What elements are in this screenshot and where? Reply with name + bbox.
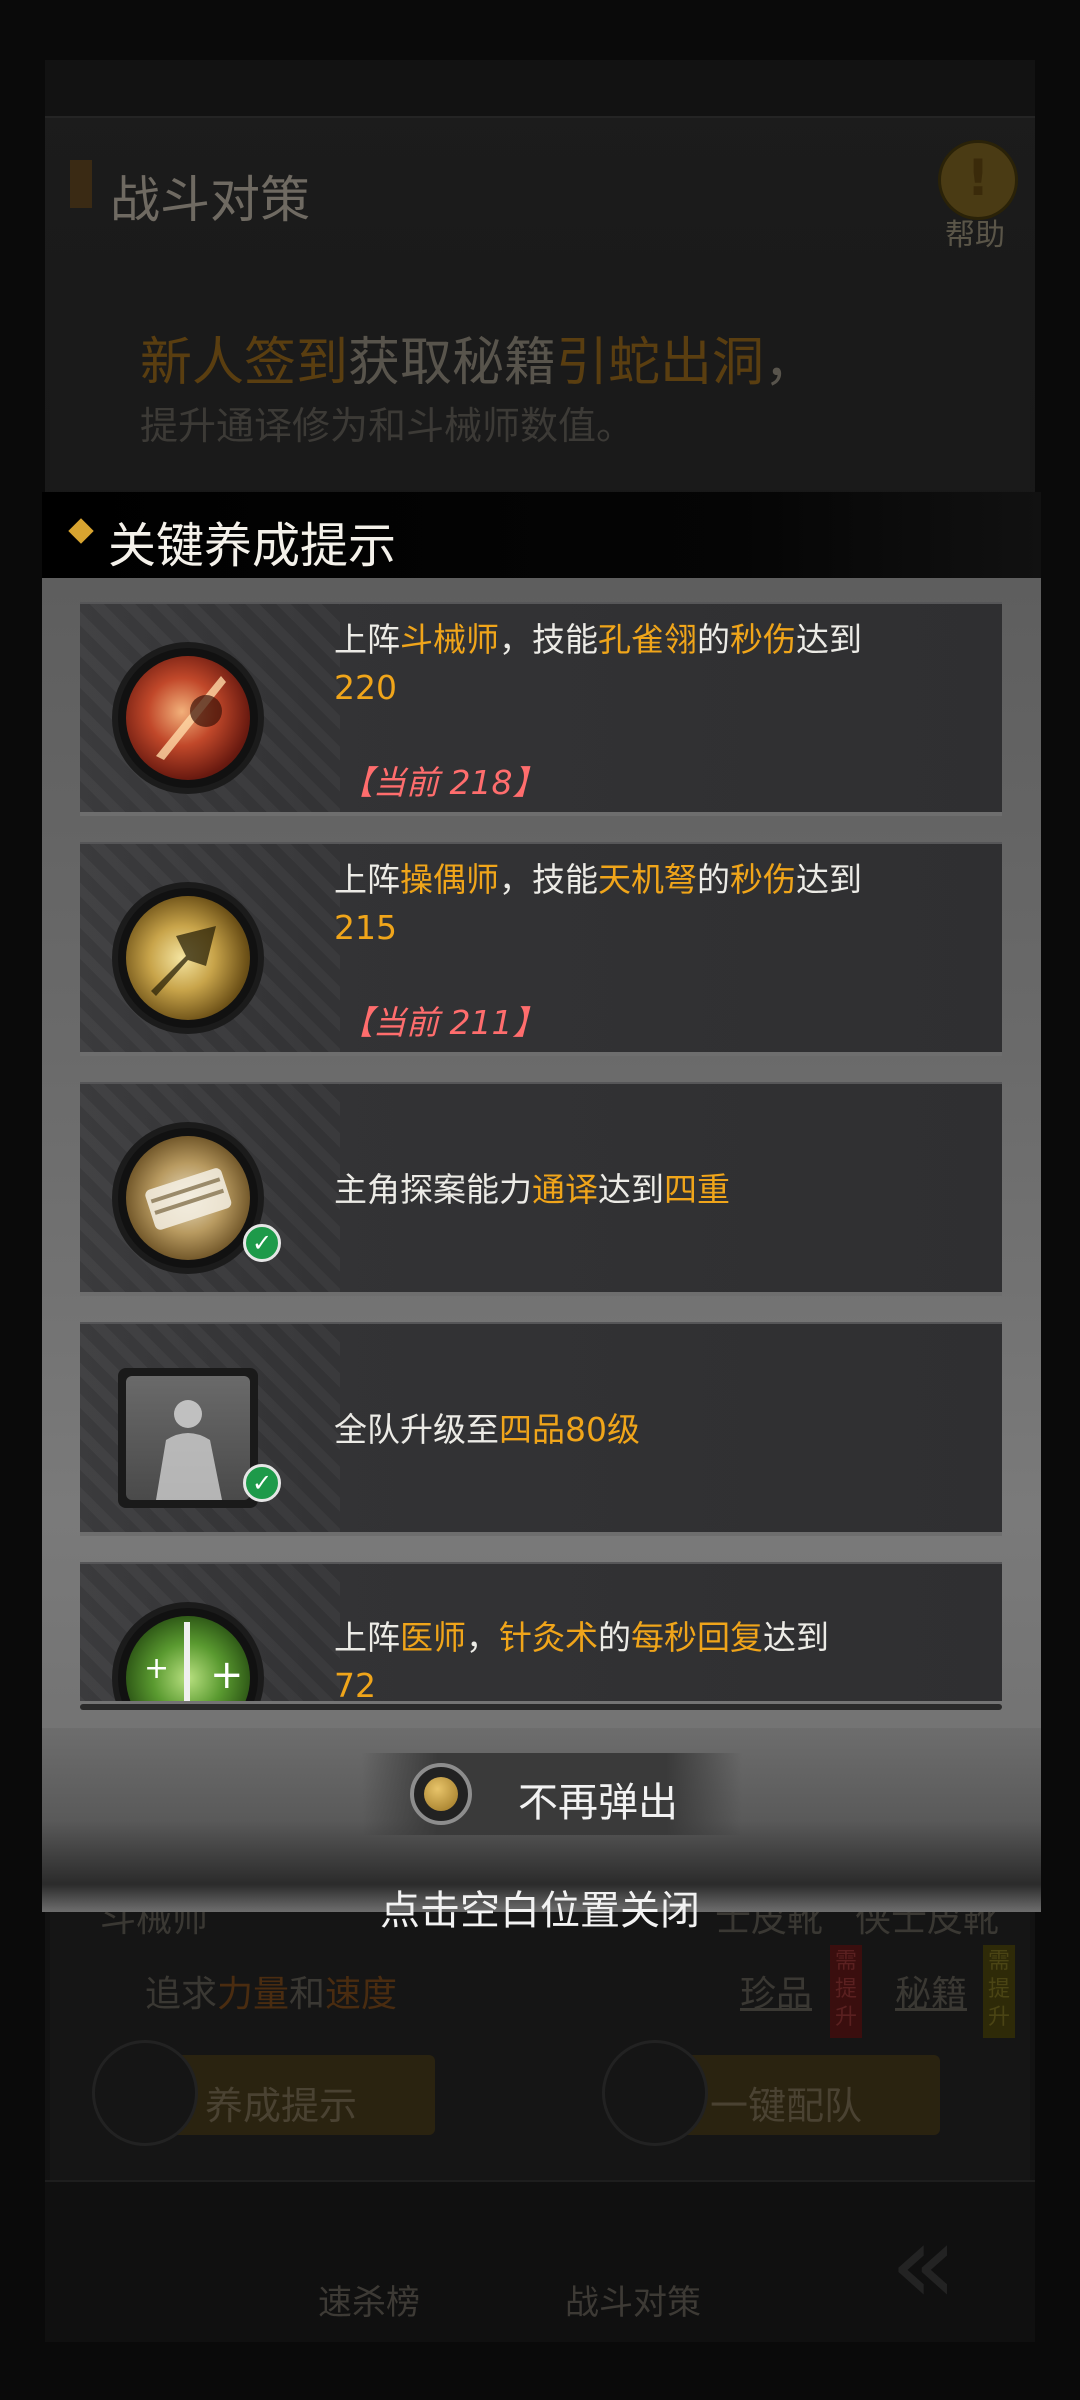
tip-text-part: ，技能: [499, 620, 598, 659]
bottom-nav: [45, 2180, 1035, 2342]
crossbow-skill-icon: [118, 888, 258, 1028]
tip-text-part: 上阵: [334, 860, 400, 899]
tip-text-part: 达到: [763, 1618, 829, 1657]
tip-text-part: 上阵: [334, 1618, 400, 1657]
tip-text-part: 的: [697, 860, 730, 899]
pursue-speed: 速度: [325, 1974, 398, 2015]
tip-skill-highlight: 天机弩: [598, 860, 697, 899]
dont-show-again-label: 不再弹出: [518, 1780, 678, 1826]
tap-blank-to-close-hint: 点击空白位置关闭: [380, 1888, 700, 1934]
tip-card[interactable]: 上阵操偶师，技能天机弩的秒伤达到 215 【当前 211】: [80, 842, 1002, 1056]
current-value: 【当前 218】: [340, 763, 546, 802]
upgrade-badge-2: 需提升: [983, 1945, 1015, 2038]
notice-highlight-signin: 新人签到: [140, 333, 349, 393]
tip-card[interactable]: + + 上阵医师，针灸术的每秒回复达到 72: [80, 1562, 1002, 1701]
exclamation-icon: !: [938, 140, 1018, 220]
tip-text: 上阵操偶师，技能天机弩的秒伤达到 215: [334, 856, 974, 952]
tip-role-highlight: 医师: [400, 1618, 466, 1657]
svg-text:+: +: [210, 1652, 244, 1698]
tip-role-highlight: 操偶师: [400, 860, 499, 899]
tip-card[interactable]: 上阵斗械师，技能孔雀翎的秒伤达到 220 【当前 218】: [80, 602, 1002, 816]
tips-list[interactable]: 上阵斗械师，技能孔雀翎的秒伤达到 220 【当前 218】 上阵操偶师，技能天机弩…: [42, 578, 1041, 1701]
current-value: 【当前 211】: [340, 1003, 546, 1042]
check-icon: ✓: [243, 1464, 281, 1502]
help-label: 帮助: [945, 218, 1005, 253]
tip-text-part: 的: [697, 620, 730, 659]
tip-level-highlight: 四重: [664, 1170, 730, 1209]
nav-item-battle-strategy[interactable]: 战斗对策: [565, 2275, 701, 2324]
tip-text-part: 达到: [598, 1170, 664, 1209]
popup-title: 关键养成提示: [108, 518, 397, 574]
tip-text-part: 全队升级至: [334, 1410, 499, 1449]
training-tips-popup: 关键养成提示 上阵斗械师，技能孔雀翎的秒伤达到 220 【当前 218】 上阵操…: [42, 492, 1041, 1912]
tip-target-value: 215: [334, 908, 397, 947]
diamond-icon: [68, 518, 94, 544]
tip-text-part: 达到: [796, 620, 862, 659]
training-tips-label: 养成提示: [205, 2084, 358, 2128]
tip-role-highlight: 斗械师: [400, 620, 499, 659]
check-icon: ✓: [243, 1224, 281, 1262]
tip-ability-highlight: 通译: [532, 1170, 598, 1209]
notice-line-1: 新人签到获取秘籍引蛇出洞，: [140, 320, 816, 395]
pursue-and: 和: [289, 1974, 326, 2015]
auto-team-label: 一键配队: [710, 2084, 863, 2128]
notice-line-2: 提升通译修为和斗械师数值。: [140, 404, 635, 448]
tip-stat-highlight: 每秒回复: [631, 1618, 763, 1657]
character-silhouette-icon: [118, 1368, 258, 1508]
tip-text: 全队升级至四品80级: [334, 1406, 974, 1454]
notice-text: 获取秘籍: [348, 333, 557, 393]
secret-book-link[interactable]: 秘籍: [895, 1965, 967, 2017]
tip-text-part: ，技能: [499, 860, 598, 899]
shield-icon: [602, 2040, 708, 2146]
tip-skill-highlight: 针灸术: [499, 1618, 598, 1657]
notice-punct: ，: [764, 333, 817, 393]
tip-text-part: 主角探案能力: [334, 1170, 532, 1209]
tip-text-part: ，: [466, 1618, 499, 1657]
nav-item-speed-kill[interactable]: 速杀榜: [318, 2275, 420, 2324]
exclamation-icon: [92, 2040, 198, 2146]
popup-body: 上阵斗械师，技能孔雀翎的秒伤达到 220 【当前 218】 上阵操偶师，技能天机弩…: [42, 578, 1041, 1912]
popup-header: 关键养成提示: [42, 492, 1041, 578]
tip-card[interactable]: ✓ 全队升级至四品80级: [80, 1322, 1002, 1536]
tip-card[interactable]: ✓ 主角探案能力通译达到四重: [80, 1082, 1002, 1296]
radio-button-icon[interactable]: [410, 1763, 472, 1825]
tip-target-value: 72: [334, 1666, 376, 1701]
tip-target-value: 220: [334, 668, 397, 707]
list-divider: [80, 1704, 1002, 1710]
tip-text-part: 的: [598, 1618, 631, 1657]
help-button[interactable]: ! 帮助: [930, 140, 1020, 253]
background-top-strip: [45, 60, 1035, 118]
upgrade-badge-1: 需提升: [830, 1945, 862, 2038]
tip-text: 上阵斗械师，技能孔雀翎的秒伤达到 220: [334, 616, 974, 712]
pursue-strength: 力量: [217, 1974, 290, 2015]
tip-text: 上阵医师，针灸术的每秒回复达到 72: [334, 1614, 974, 1701]
tip-text: 主角探案能力通译达到四重: [334, 1166, 974, 1214]
tip-text-part: 达到: [796, 860, 862, 899]
tip-level-highlight: 四品80级: [499, 1410, 640, 1449]
double-chevron-left-icon[interactable]: «: [890, 2200, 957, 2328]
scroll-icon: [118, 1128, 258, 1268]
pursue-text: 追求力量和速度: [145, 1965, 397, 2017]
page-title: 战斗对策: [110, 171, 310, 229]
peacock-feather-skill-icon: [118, 648, 258, 788]
notice-highlight-book: 引蛇出洞: [556, 333, 765, 393]
svg-text:+: +: [144, 1651, 169, 1686]
pursue-prefix: 追求: [145, 1974, 218, 2015]
tip-skill-highlight: 孔雀翎: [598, 620, 697, 659]
treasure-link[interactable]: 珍品: [740, 1965, 812, 2017]
title-marker: [70, 160, 92, 208]
tip-stat-highlight: 秒伤: [730, 860, 796, 899]
tip-text-part: 上阵: [334, 620, 400, 659]
tip-stat-highlight: 秒伤: [730, 620, 796, 659]
